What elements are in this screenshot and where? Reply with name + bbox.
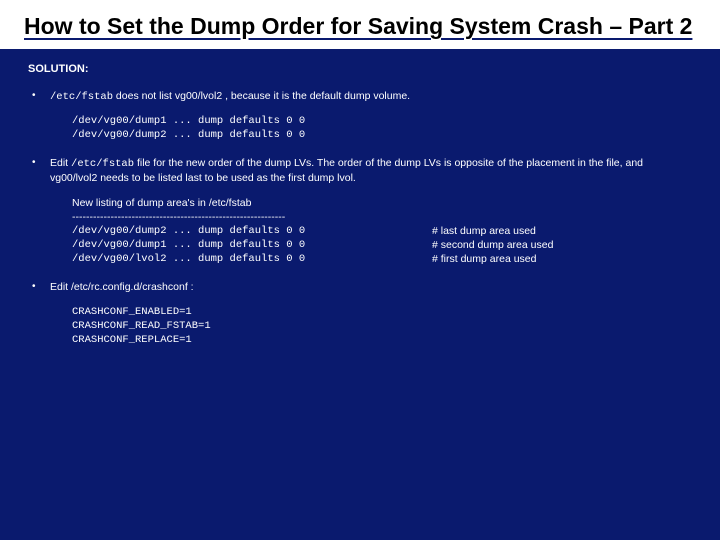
listing-comment: # first dump area used bbox=[432, 252, 536, 266]
code-block-3: CRASHCONF_ENABLED=1 CRASHCONF_READ_FSTAB… bbox=[72, 305, 692, 348]
listing-row: /dev/vg00/dump2 ... dump defaults 0 0 # … bbox=[72, 224, 692, 238]
bullet2-pre: Edit bbox=[50, 157, 71, 169]
slide-title: How to Set the Dump Order for Saving Sys… bbox=[24, 12, 696, 41]
listing-separator: ----------------------------------------… bbox=[72, 210, 692, 224]
bullet-item-2: Edit /etc/fstab file for the new order o… bbox=[28, 156, 692, 266]
listing-left: /dev/vg00/dump2 ... dump defaults 0 0 bbox=[72, 224, 432, 238]
bullet-item-1: /etc/fstab does not list vg00/lvol2 , be… bbox=[28, 89, 692, 143]
listing-row: /dev/vg00/lvol2 ... dump defaults 0 0 # … bbox=[72, 252, 692, 266]
listing-left: /dev/vg00/dump1 ... dump defaults 0 0 bbox=[72, 238, 432, 252]
listing-row: /dev/vg00/dump1 ... dump defaults 0 0 # … bbox=[72, 238, 692, 252]
bullet2-post: file for the new order of the dump LVs. … bbox=[50, 157, 643, 184]
slide-content: SOLUTION: /etc/fstab does not list vg00/… bbox=[0, 49, 720, 347]
listing-comment: # last dump area used bbox=[432, 224, 536, 238]
listing-left: /dev/vg00/lvol2 ... dump defaults 0 0 bbox=[72, 252, 432, 266]
fstab-path: /etc/fstab bbox=[50, 91, 113, 103]
bullet1-text: does not list vg00/lvol2 , because it is… bbox=[113, 90, 410, 102]
solution-label: SOLUTION: bbox=[28, 63, 692, 75]
listing-comment: # second dump area used bbox=[432, 238, 553, 252]
fstab-path-2: /etc/fstab bbox=[71, 158, 134, 170]
code-block-1: /dev/vg00/dump1 ... dump defaults 0 0 /d… bbox=[72, 114, 692, 142]
listing-header: New listing of dump area's in /etc/fstab bbox=[72, 196, 692, 210]
bullet-list: /etc/fstab does not list vg00/lvol2 , be… bbox=[28, 89, 692, 347]
title-block: How to Set the Dump Order for Saving Sys… bbox=[0, 0, 720, 49]
bullet-item-3: Edit /etc/rc.config.d/crashconf : CRASHC… bbox=[28, 280, 692, 347]
bullet3-text: Edit /etc/rc.config.d/crashconf : bbox=[50, 281, 194, 293]
